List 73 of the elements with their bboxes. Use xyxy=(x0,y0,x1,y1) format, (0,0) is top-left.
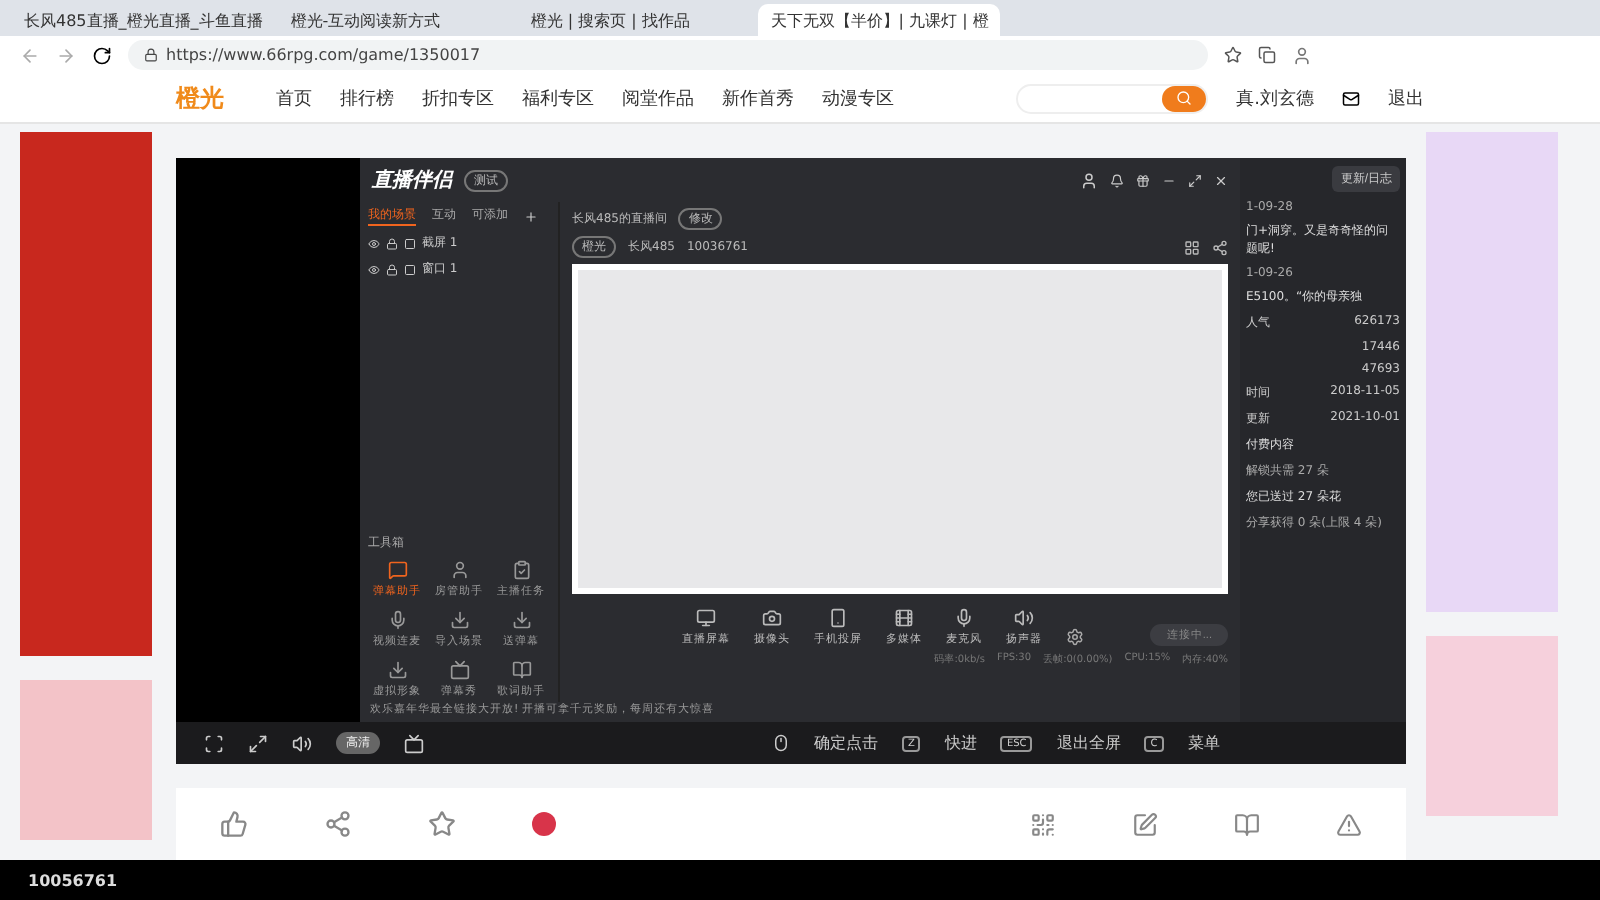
tv-icon xyxy=(449,660,469,680)
settings-icon[interactable] xyxy=(1066,628,1084,646)
camera-icon xyxy=(762,608,782,628)
maximize-icon[interactable] xyxy=(1188,173,1202,187)
nav-link[interactable]: 新作首秀 xyxy=(722,85,794,111)
eye-icon[interactable] xyxy=(368,263,380,275)
like-icon[interactable] xyxy=(220,810,248,838)
reload-icon[interactable] xyxy=(92,45,112,65)
mail-icon[interactable] xyxy=(1342,89,1360,107)
qr-icon[interactable] xyxy=(1030,811,1056,837)
hint-text: 快进 xyxy=(944,732,977,754)
share-icon[interactable] xyxy=(1212,239,1228,255)
screenshot-icon[interactable] xyxy=(204,733,224,753)
search-icon xyxy=(1176,90,1193,106)
app-logo: 直播伴侣 xyxy=(372,167,452,194)
collections-icon[interactable] xyxy=(1258,46,1276,64)
hint-text: 退出全屏 xyxy=(1056,732,1121,754)
lock-icon xyxy=(144,48,158,62)
logout-link[interactable]: 退出 xyxy=(1388,85,1424,111)
browser-tab[interactable]: 长风485直播_橙光直播_斗鱼直播 xyxy=(12,4,275,36)
nav-link[interactable]: 阅堂作品 xyxy=(622,85,694,111)
browser-tab[interactable]: 橙光-互动阅读新方式 xyxy=(278,4,515,36)
film-icon xyxy=(894,608,914,628)
gift-icon[interactable] xyxy=(1136,173,1150,187)
hint-text: 确定点击 xyxy=(814,732,878,754)
user-name[interactable]: 真.刘玄德 xyxy=(1236,85,1314,111)
download-icon xyxy=(511,610,531,630)
share-icon[interactable] xyxy=(324,810,352,838)
source-icon xyxy=(404,237,416,249)
person-icon xyxy=(449,560,469,580)
lock-icon[interactable] xyxy=(386,237,398,249)
clipboard-icon xyxy=(511,560,531,580)
grid-icon[interactable] xyxy=(1184,239,1200,255)
nav-link[interactable]: 福利专区 xyxy=(522,85,594,111)
address-field[interactable]: https://www.66rpg.com/game/1350017 xyxy=(128,40,1208,70)
flower-icon[interactable] xyxy=(532,812,556,836)
bell-icon[interactable] xyxy=(1110,173,1124,187)
profile-icon[interactable] xyxy=(1292,45,1312,65)
close-icon[interactable] xyxy=(1214,173,1228,187)
nav-link[interactable]: 首页 xyxy=(276,85,312,111)
download-icon xyxy=(449,610,469,630)
speaker-icon xyxy=(1014,608,1034,628)
overlay-number: 10056761 xyxy=(28,871,118,889)
phone-icon xyxy=(828,608,848,628)
focus-icon[interactable] xyxy=(248,733,268,753)
search-button[interactable] xyxy=(1162,85,1207,111)
nav-link[interactable]: 动漫专区 xyxy=(822,85,894,111)
chat-icon xyxy=(387,560,407,580)
monitor-icon xyxy=(696,608,716,628)
volume-icon[interactable] xyxy=(292,733,312,753)
nav-link[interactable]: 排行榜 xyxy=(340,85,394,111)
microphone-icon xyxy=(387,610,407,630)
search-field[interactable] xyxy=(1016,83,1209,113)
book-icon[interactable] xyxy=(1234,811,1260,837)
hint-text: 菜单 xyxy=(1187,732,1220,754)
star-icon[interactable] xyxy=(1224,46,1242,64)
book-icon xyxy=(511,660,531,680)
nav-link[interactable]: 折扣专区 xyxy=(422,85,494,111)
avatar-icon[interactable] xyxy=(1080,171,1098,189)
warning-icon[interactable] xyxy=(1336,811,1362,837)
star-icon[interactable] xyxy=(428,810,456,838)
mouse-icon xyxy=(772,734,790,752)
edit-icon[interactable] xyxy=(1132,811,1158,837)
add-icon[interactable] xyxy=(524,209,538,223)
microphone-icon xyxy=(954,608,974,628)
download-icon xyxy=(387,660,407,680)
tv-icon[interactable] xyxy=(404,733,424,753)
url-text: https://www.66rpg.com/game/1350017 xyxy=(166,46,481,64)
eye-icon[interactable] xyxy=(368,237,380,249)
browser-tab[interactable]: 橙光 | 搜索页 | 找作品 xyxy=(518,4,755,36)
lock-icon[interactable] xyxy=(386,263,398,275)
browser-tab[interactable]: 天下无双【半价】| 九课灯 | 橙 xyxy=(758,4,1001,36)
source-icon xyxy=(404,263,416,275)
